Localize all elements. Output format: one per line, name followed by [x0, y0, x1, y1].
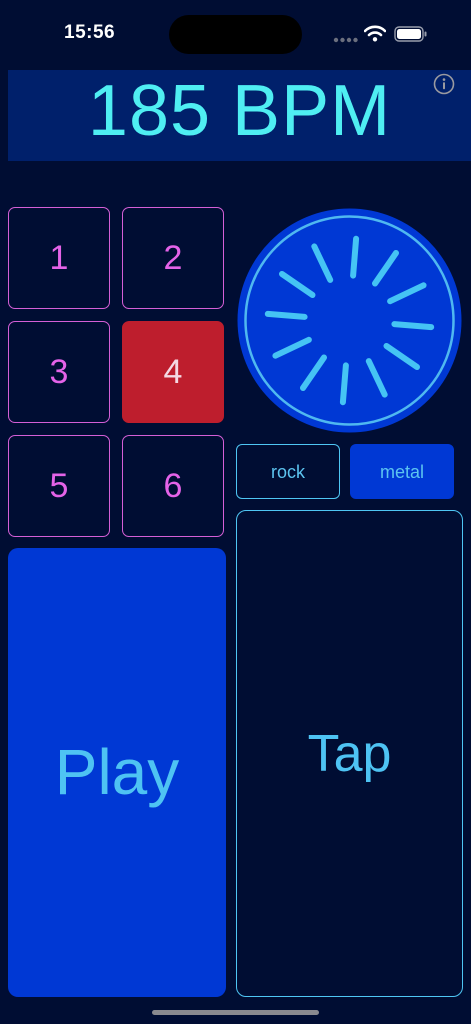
home-indicator: [152, 1010, 319, 1015]
dial-tick: [391, 321, 435, 331]
dynamic-island: [169, 15, 302, 54]
wifi-icon: [364, 25, 386, 42]
bpm-display: 185 BPM: [87, 71, 392, 151]
dial-tick: [339, 362, 349, 406]
tap-button[interactable]: Tap: [236, 510, 463, 997]
tempo-dial[interactable]: [236, 207, 463, 434]
battery-icon: [394, 26, 427, 42]
pad-4[interactable]: 4: [122, 321, 224, 423]
dial-tick: [350, 235, 360, 279]
status-bar: 15:56: [0, 0, 471, 70]
pad-3[interactable]: 3: [8, 321, 110, 423]
pad-1[interactable]: 1: [8, 207, 110, 309]
cellular-signal-icon: [333, 37, 358, 43]
status-time: 15:56: [64, 22, 116, 43]
pad-2[interactable]: 2: [122, 207, 224, 309]
info-icon[interactable]: [433, 73, 455, 95]
dial-tick: [264, 310, 308, 320]
pad-5[interactable]: 5: [8, 435, 110, 537]
bpm-header: 185 BPM: [8, 70, 471, 161]
style-rock-button[interactable]: rock: [236, 444, 340, 499]
play-button[interactable]: Play: [8, 548, 226, 997]
pad-6[interactable]: 6: [122, 435, 224, 537]
style-metal-button[interactable]: metal: [350, 444, 454, 499]
